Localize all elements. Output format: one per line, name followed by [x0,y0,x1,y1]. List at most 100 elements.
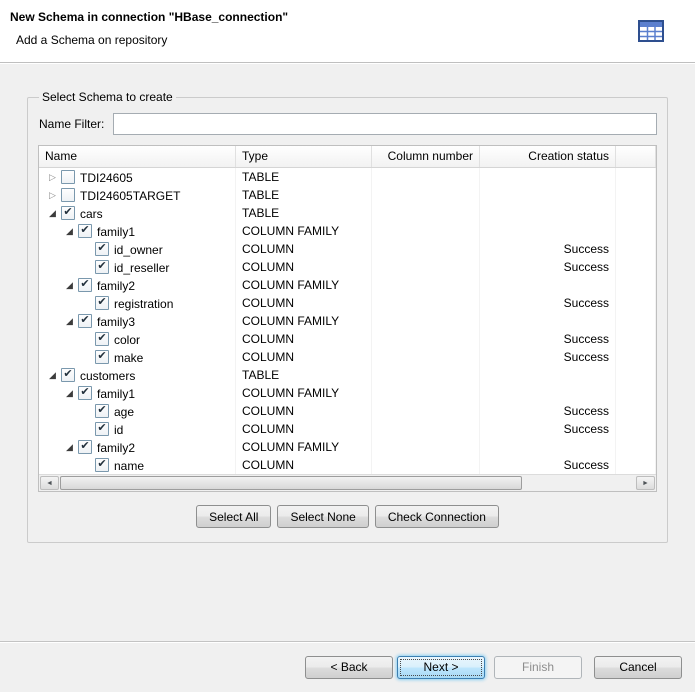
row-type: COLUMN FAMILY [236,438,372,456]
row-label: customers [80,369,135,383]
name-filter-input[interactable] [113,113,657,135]
wizard-header: New Schema in connection "HBase_connecti… [0,0,695,63]
row-label: id [114,423,123,437]
row-type: COLUMN [236,258,372,276]
table-row[interactable]: ◢✔customersTABLE [39,366,656,384]
expand-icon[interactable]: ▷ [45,186,60,204]
row-checkbox[interactable]: ✔ [78,440,92,454]
table-row[interactable]: ✔colorCOLUMNSuccess [39,330,656,348]
row-checkbox[interactable]: ✔ [95,296,109,310]
row-name-cell: ◢✔family1 [39,222,236,240]
collapse-icon[interactable]: ◢ [45,204,60,222]
scrollbar-track[interactable] [60,476,635,490]
row-checkbox[interactable]: ✔ [95,260,109,274]
row-type: COLUMN [236,402,372,420]
row-filler [616,312,656,330]
row-filler [616,384,656,402]
table-row[interactable]: ✔id_ownerCOLUMNSuccess [39,240,656,258]
row-checkbox[interactable]: ✔ [78,314,92,328]
row-label: family1 [97,387,135,401]
row-checkbox[interactable]: ✔ [95,332,109,346]
row-checkbox[interactable]: ✔ [78,224,92,238]
row-label: make [114,351,143,365]
collapse-icon[interactable]: ◢ [62,222,77,240]
horizontal-scrollbar[interactable]: ◄ ► [39,474,656,491]
scroll-left-icon[interactable]: ◄ [40,476,59,490]
row-status [480,366,616,384]
row-status: Success [480,258,616,276]
next-button[interactable]: Next > [397,656,485,679]
back-button[interactable]: < Back [305,656,393,679]
table-row[interactable]: ◢✔family3COLUMN FAMILY [39,312,656,330]
row-checkbox[interactable]: ✔ [61,206,75,220]
cancel-button[interactable]: Cancel [594,656,682,679]
row-checkbox[interactable]: ✔ [95,350,109,364]
select-none-button[interactable]: Select None [277,505,368,528]
row-label: TDI24605TARGET [80,189,180,203]
row-type: COLUMN [236,348,372,366]
row-filler [616,366,656,384]
table-row[interactable]: ◢✔family2COLUMN FAMILY [39,276,656,294]
row-checkbox[interactable] [61,188,75,202]
table-row[interactable]: ▷ TDI24605 TABLE [39,168,656,186]
row-name-cell: ✔ id [39,420,236,438]
table-row[interactable]: ◢✔family1COLUMN FAMILY [39,384,656,402]
table-row[interactable]: ◢✔family2COLUMN FAMILY [39,438,656,456]
row-name-cell: ▷ TDI24605 [39,168,236,186]
table-row[interactable]: ✔makeCOLUMNSuccess [39,348,656,366]
select-all-button[interactable]: Select All [196,505,271,528]
row-status [480,168,616,186]
row-checkbox[interactable]: ✔ [61,368,75,382]
row-label: TDI24605 [80,171,133,185]
name-filter-row: Name Filter: [39,113,657,135]
row-type: TABLE [236,168,372,186]
table-row[interactable]: ✔idCOLUMNSuccess [39,420,656,438]
row-name-cell: ◢✔family3 [39,312,236,330]
table-row[interactable]: ✔ageCOLUMNSuccess [39,402,656,420]
row-name-cell: ✔registration [39,294,236,312]
table-row[interactable]: ▷TDI24605TARGETTABLE [39,186,656,204]
scroll-right-icon[interactable]: ► [636,476,655,490]
row-checkbox[interactable]: ✔ [95,422,109,436]
row-label: age [114,405,134,419]
column-header-type[interactable]: Type [236,146,372,167]
table-row[interactable]: ◢✔family1COLUMN FAMILY [39,222,656,240]
row-filler [616,204,656,222]
row-type: TABLE [236,204,372,222]
row-checkbox[interactable]: ✔ [95,242,109,256]
expand-icon[interactable]: ▷ [45,168,60,186]
column-header-filler [616,146,656,167]
row-status: Success [480,294,616,312]
name-filter-label: Name Filter: [39,117,113,131]
row-filler [616,240,656,258]
row-filler [616,348,656,366]
table-row[interactable]: ✔registrationCOLUMNSuccess [39,294,656,312]
collapse-icon[interactable]: ◢ [62,384,77,402]
row-filler [616,420,656,438]
row-filler [616,456,656,474]
table-row[interactable]: ✔id_resellerCOLUMNSuccess [39,258,656,276]
row-column-number [372,330,480,348]
row-checkbox[interactable]: ✔ [95,458,109,472]
collapse-icon[interactable]: ◢ [45,366,60,384]
row-type: COLUMN [236,420,372,438]
row-checkbox[interactable]: ✔ [95,404,109,418]
row-checkbox[interactable]: ✔ [78,278,92,292]
check-connection-button[interactable]: Check Connection [375,505,499,528]
table-row[interactable]: ✔nameCOLUMNSuccess [39,456,656,474]
row-label: family2 [97,279,135,293]
column-header-name[interactable]: Name [39,146,236,167]
row-filler [616,186,656,204]
collapse-icon[interactable]: ◢ [62,438,77,456]
row-name-cell: ✔id_owner [39,240,236,258]
collapse-icon[interactable]: ◢ [62,276,77,294]
column-header-column-number[interactable]: Column number [372,146,480,167]
table-row[interactable]: ◢✔carsTABLE [39,204,656,222]
row-checkbox[interactable]: ✔ [78,386,92,400]
column-header-creation-status[interactable]: Creation status [480,146,616,167]
row-checkbox[interactable] [61,170,75,184]
scrollbar-thumb[interactable] [60,476,522,490]
row-column-number [372,222,480,240]
collapse-icon[interactable]: ◢ [62,312,77,330]
row-column-number [372,258,480,276]
